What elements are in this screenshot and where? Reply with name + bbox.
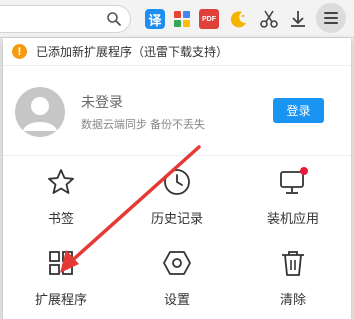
- annotation-arrow: [60, 145, 201, 273]
